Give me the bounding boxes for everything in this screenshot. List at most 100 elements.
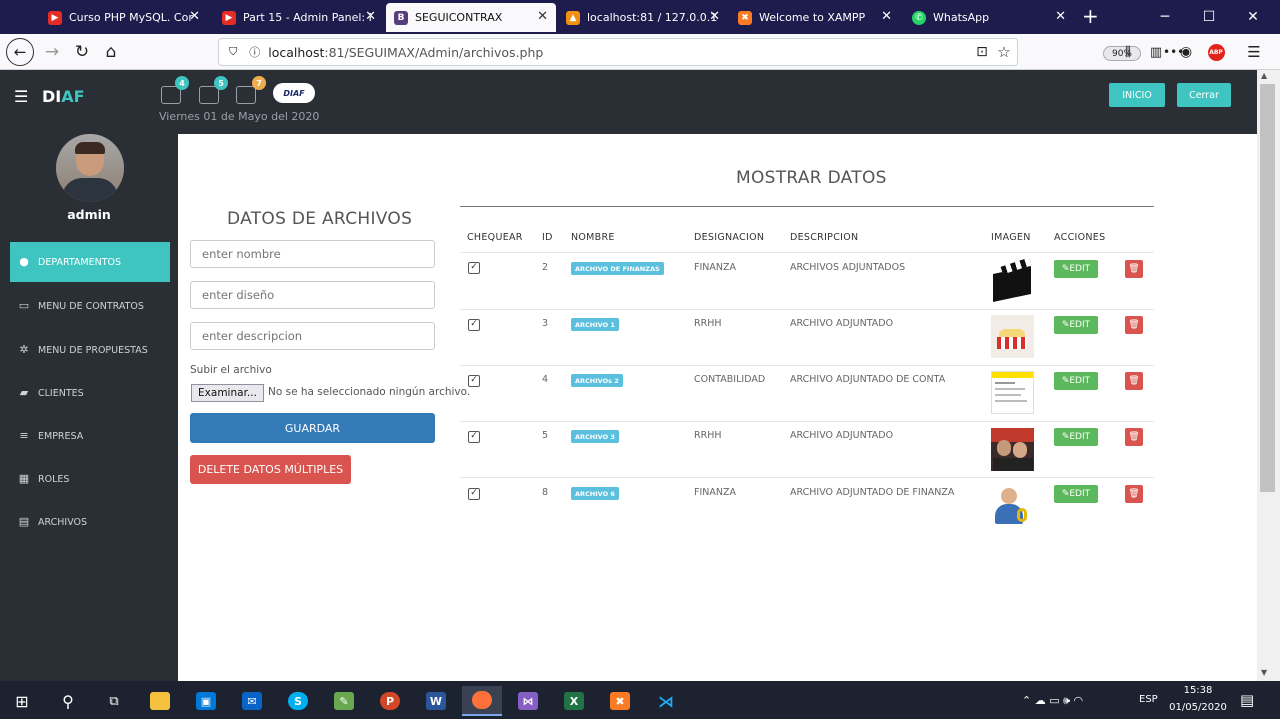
delete-button[interactable]: 🗑 <box>1125 316 1143 334</box>
powerpoint-icon[interactable]: P <box>370 686 410 716</box>
firefox-icon[interactable] <box>462 686 502 716</box>
browser-tab[interactable]: ✖ Welcome to XAMPP ✕ <box>730 3 900 32</box>
windows-start-icon[interactable]: ⊞ <box>2 686 42 716</box>
guardar-button[interactable]: GUARDAR <box>190 413 435 443</box>
back-arrow-icon[interactable]: ← <box>6 38 34 66</box>
tab-label: Curso PHP MySQL. Cor <box>69 11 193 24</box>
xampp-taskbar-icon[interactable]: ✖ <box>600 686 640 716</box>
delete-button[interactable]: 🗑 <box>1125 372 1143 390</box>
edit-button[interactable]: ✎ EDIT <box>1054 372 1098 390</box>
sidebar-item-menu-de-contratos[interactable]: ▭ MENU DE CONTRATOS <box>10 286 170 326</box>
sidebar-item-label: CLIENTES <box>38 387 84 399</box>
tasks-badge: 4 <box>175 76 189 90</box>
popcorn-image <box>991 315 1034 358</box>
browser-tab[interactable]: ▲ localhost:81 / 127.0.0.1 ✕ <box>558 3 728 32</box>
mail-app-icon[interactable]: ✉ <box>232 686 272 716</box>
sidebar-icon[interactable]: ▥ <box>1142 38 1170 66</box>
diseno-input[interactable] <box>190 281 435 309</box>
edit-button[interactable]: ✎ EDIT <box>1054 485 1098 503</box>
edit-button[interactable]: ✎ EDIT <box>1054 316 1098 334</box>
home-icon[interactable]: ⌂ <box>97 38 125 66</box>
paint-icon[interactable]: ✎ <box>324 686 364 716</box>
sidebar-item-menu-de-propuestas[interactable]: ✲ MENU DE PROPUESTAS <box>10 330 170 370</box>
edit-button[interactable]: ✎ EDIT <box>1054 260 1098 278</box>
row-checkbox[interactable]: ✓ <box>468 488 480 500</box>
bell-icon[interactable] <box>236 86 256 104</box>
close-tab-icon[interactable]: ✕ <box>189 9 200 24</box>
browser-tab-active[interactable]: B SEGUICONTRAX ✕ <box>386 3 556 32</box>
close-tab-icon[interactable]: ✕ <box>881 9 892 24</box>
descripcion-input[interactable] <box>190 322 435 350</box>
notifications-icon[interactable]: ▤ <box>1240 691 1254 709</box>
edit-button[interactable]: ✎ EDIT <box>1054 428 1098 446</box>
forward-arrow-icon[interactable]: → <box>38 38 66 66</box>
xampp-icon: ✖ <box>738 10 752 25</box>
account-icon[interactable]: ◉ <box>1172 38 1200 66</box>
url-bar[interactable]: ⛉ ⓘ localhost:81/SEGUIMAX/Admin/archivos… <box>218 38 1184 66</box>
browser-tab[interactable]: ▶ Part 15 - Admin Panel: I ✕ <box>214 3 384 32</box>
browser-tab[interactable]: ✆ WhatsApp ✕ <box>904 3 1074 32</box>
scroll-down-icon[interactable]: ▼ <box>1261 668 1267 677</box>
clock-time[interactable]: 15:38 <box>1168 685 1228 696</box>
row-checkbox[interactable]: ✓ <box>468 319 480 331</box>
tab-label: Part 15 - Admin Panel: I <box>243 11 372 24</box>
delete-button[interactable]: 🗑 <box>1125 428 1143 446</box>
hamburger-icon[interactable]: ☰ <box>14 87 28 106</box>
store-icon[interactable]: ▣ <box>186 686 226 716</box>
language-indicator[interactable]: ESP <box>1139 694 1158 705</box>
row-divider <box>460 365 1154 366</box>
cerrar-button[interactable]: Cerrar <box>1177 83 1231 107</box>
excel-icon[interactable]: X <box>554 686 594 716</box>
close-tab-icon[interactable]: ✕ <box>537 9 548 24</box>
delete-button[interactable]: 🗑 <box>1125 260 1143 278</box>
visual-studio-icon[interactable]: ⋈ <box>508 686 548 716</box>
search-icon[interactable]: ⚲ <box>48 686 88 716</box>
file-explorer-icon[interactable] <box>140 686 180 716</box>
youtube-icon: ▶ <box>48 10 62 25</box>
scroll-up-icon[interactable]: ▲ <box>1261 71 1267 80</box>
scrollbar-thumb[interactable] <box>1260 84 1275 492</box>
maximize-icon[interactable]: ☐ <box>1186 0 1232 34</box>
row-checkbox[interactable]: ✓ <box>468 431 480 443</box>
clock-date[interactable]: 01/05/2020 <box>1166 702 1230 713</box>
sidebar-item-clientes[interactable]: ▰ CLIENTES <box>10 373 170 413</box>
sidebar-item-departamentos[interactable]: ● DEPARTAMENTOS <box>10 242 170 282</box>
browse-file-button[interactable]: Examinar... <box>191 384 264 402</box>
system-tray-icons[interactable]: ⌃ ☁ ▭ 🕪 ◠ <box>1022 694 1083 708</box>
menu-hamburger-icon[interactable]: ☰ <box>1240 38 1268 66</box>
vscode-icon[interactable]: ⋊ <box>646 686 686 716</box>
edit-label: EDIT <box>1069 432 1091 442</box>
inicio-button[interactable]: INICIO <box>1109 83 1165 107</box>
skype-icon[interactable]: S <box>278 686 318 716</box>
upload-label: Subir el archivo <box>190 364 272 376</box>
word-icon[interactable]: W <box>416 686 456 716</box>
minimize-icon[interactable]: ─ <box>1142 0 1188 34</box>
delete-multiple-button[interactable]: DELETE DATOS MÚLTIPLES <box>190 455 351 484</box>
browser-tab[interactable]: ▶ Curso PHP MySQL. Cor ✕ <box>40 3 208 32</box>
task-view-icon[interactable]: ⧉ <box>94 686 134 716</box>
new-tab-plus-icon[interactable]: + <box>1082 4 1102 28</box>
bookmark-star-icon[interactable]: ☆ <box>990 38 1018 66</box>
close-tab-icon[interactable]: ✕ <box>709 9 720 24</box>
row-descripcion: ARCHIVO ADJUNTADO <box>790 318 894 329</box>
row-id: 8 <box>542 487 549 498</box>
mail-badge: 5 <box>214 76 228 90</box>
file-icon: ▤ <box>18 515 30 528</box>
app-logo[interactable]: DIAF <box>42 87 85 106</box>
close-window-icon[interactable]: ✕ <box>1230 0 1276 34</box>
trash-icon: 🗑 <box>1128 320 1140 330</box>
sidebar-item-empresa[interactable]: ≡ EMPRESA <box>10 416 170 456</box>
close-tab-icon[interactable]: ✕ <box>365 9 376 24</box>
library-icon[interactable]: ⫼ <box>1114 38 1142 66</box>
delete-button[interactable]: 🗑 <box>1125 485 1143 503</box>
row-checkbox[interactable]: ✓ <box>468 375 480 387</box>
sidebar-item-roles[interactable]: ▦ ROLES <box>10 459 170 499</box>
adblock-icon[interactable]: ABP <box>1202 38 1230 66</box>
close-tab-icon[interactable]: ✕ <box>1055 9 1066 24</box>
row-checkbox[interactable]: ✓ <box>468 262 480 274</box>
nombre-input[interactable] <box>190 240 435 268</box>
edit-label: EDIT <box>1069 264 1091 274</box>
sidebar-item-archivos[interactable]: ▤ ARCHIVOS <box>10 502 170 542</box>
reload-icon[interactable]: ↻ <box>68 38 96 66</box>
sidebar: admin ● DEPARTAMENTOS ▭ MENU DE CONTRATOS … <box>0 134 178 681</box>
